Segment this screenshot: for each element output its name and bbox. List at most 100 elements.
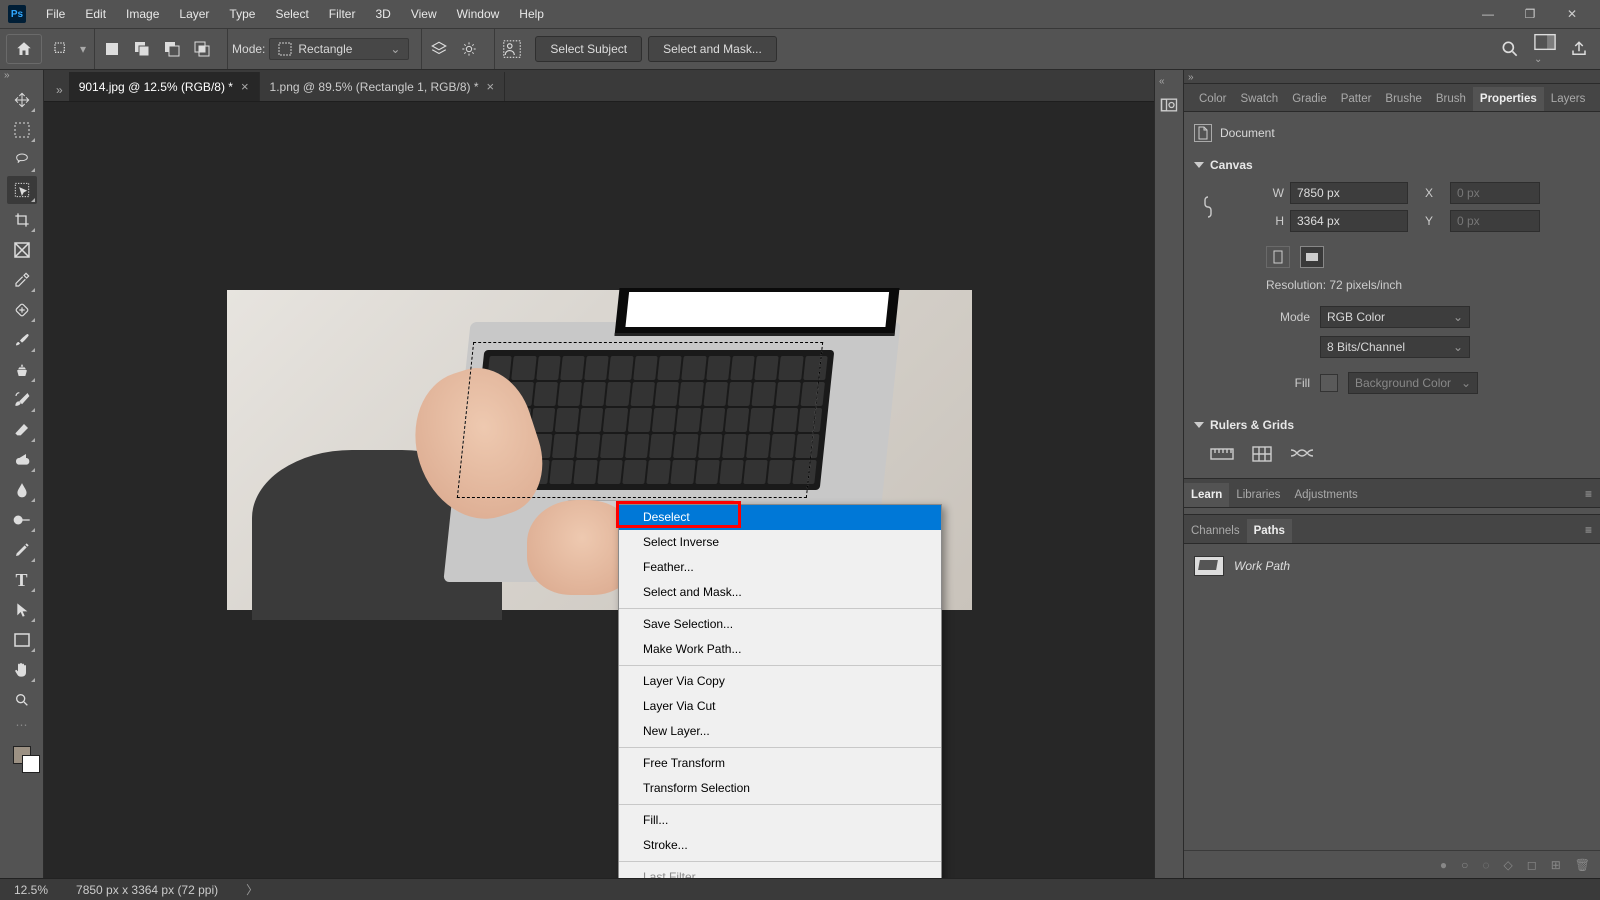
type-tool[interactable]: T [7,566,37,594]
pen-tool[interactable] [7,536,37,564]
fill-select[interactable]: Background Color⌄ [1348,372,1478,394]
eraser-tool[interactable] [7,416,37,444]
panel-tab-layers[interactable]: Layers [1544,87,1593,111]
search-icon[interactable] [1500,39,1520,59]
history-panel-icon[interactable] [1159,95,1179,115]
status-more-icon[interactable]: 〉 [246,881,258,898]
link-dimensions-icon[interactable] [1202,194,1230,220]
expand-panels-icon[interactable]: « [1155,76,1165,87]
workspace-switcher-icon[interactable]: ⌄ [1534,33,1556,65]
close-tab-icon[interactable]: × [487,79,495,94]
crop-tool[interactable] [7,206,37,234]
window-maximize-button[interactable]: ❐ [1510,3,1550,25]
select-subject-icon[interactable] [499,36,525,62]
panel-tab-properties[interactable]: Properties [1473,87,1544,111]
collapse-panels-icon[interactable]: » [1184,70,1600,84]
rulers-grids-section-toggle[interactable]: Rulers & Grids [1194,412,1590,438]
guides-icon[interactable] [1290,446,1314,462]
expand-tools-icon[interactable]: » [0,70,43,84]
menu-filter[interactable]: Filter [319,0,366,28]
panel-menu-icon[interactable]: ≡ [1577,517,1600,543]
context-menu-item[interactable]: Save Selection... [619,612,941,637]
subtract-selection-icon[interactable] [159,36,185,62]
panel-tab-color[interactable]: Color [1192,87,1233,111]
panel-tab-swatch[interactable]: Swatch [1233,87,1285,111]
add-selection-icon[interactable] [129,36,155,62]
window-close-button[interactable]: ✕ [1552,3,1592,25]
color-mode-select[interactable]: RGB Color⌄ [1320,306,1470,328]
new-selection-icon[interactable] [99,36,125,62]
expand-docs-icon[interactable]: » [50,83,69,101]
frame-tool[interactable] [7,236,37,264]
canvas-section-toggle[interactable]: Canvas [1194,152,1590,178]
document-tab[interactable]: 1.png @ 89.5% (Rectangle 1, RGB/8) *× [260,72,506,101]
context-menu-item[interactable]: Make Work Path... [619,637,941,662]
context-menu-item[interactable]: Layer Via Copy [619,669,941,694]
menu-edit[interactable]: Edit [75,0,116,28]
context-menu-item[interactable]: Fill... [619,808,941,833]
clone-stamp-tool[interactable] [7,356,37,384]
zoom-tool[interactable] [7,686,37,714]
zoom-level[interactable]: 12.5% [14,883,48,897]
healing-brush-tool[interactable] [7,296,37,324]
bit-depth-select[interactable]: 8 Bits/Channel⌄ [1320,336,1470,358]
dodge-tool[interactable] [7,506,37,534]
menu-window[interactable]: Window [447,0,510,28]
context-menu-item[interactable]: Select and Mask... [619,580,941,605]
stroke-path-icon[interactable]: ○ [1461,858,1468,872]
document-tab[interactable]: 9014.jpg @ 12.5% (RGB/8) *× [69,72,260,101]
menu-view[interactable]: View [401,0,447,28]
hand-tool[interactable] [7,656,37,684]
make-work-path-icon[interactable]: ◇ [1504,858,1513,872]
panel-tab-paths[interactable]: Paths [1247,519,1292,543]
path-selection-tool[interactable] [7,596,37,624]
panel-tab-channels[interactable]: Channels [1184,519,1247,543]
close-tab-icon[interactable]: × [241,79,249,94]
menu-type[interactable]: Type [219,0,265,28]
history-brush-tool[interactable] [7,386,37,414]
select-and-mask-button[interactable]: Select and Mask... [648,36,777,62]
load-path-selection-icon[interactable]: ◌ [1482,858,1489,872]
gradient-tool[interactable] [7,446,37,474]
orientation-landscape-icon[interactable] [1300,246,1324,268]
rectangle-tool[interactable] [7,626,37,654]
share-icon[interactable] [1570,40,1588,58]
eyedropper-tool[interactable] [7,266,37,294]
brush-tool[interactable] [7,326,37,354]
delete-path-icon[interactable]: 🗑 [1575,858,1590,872]
menu-file[interactable]: File [36,0,75,28]
lasso-tool[interactable] [7,146,37,174]
width-input[interactable]: 7850 px [1290,182,1408,204]
panel-menu-icon[interactable]: ≡ [1577,481,1600,507]
context-menu-item[interactable]: Layer Via Cut [619,694,941,719]
background-color-swatch[interactable] [22,755,40,773]
canvas[interactable]: DeselectSelect InverseFeather...Select a… [44,102,1154,878]
menu-select[interactable]: Select [265,0,318,28]
select-subject-button[interactable]: Select Subject [535,36,642,62]
orientation-portrait-icon[interactable] [1266,246,1290,268]
tool-preset-picker[interactable] [48,36,74,62]
add-mask-icon[interactable]: ◻ [1527,858,1537,872]
menu-layer[interactable]: Layer [169,0,219,28]
panel-tab-libraries[interactable]: Libraries [1229,483,1287,507]
rulers-icon[interactable] [1210,446,1234,462]
menu-image[interactable]: Image [116,0,169,28]
panel-tab-brushe[interactable]: Brushe [1378,87,1428,111]
height-input[interactable]: 3364 px [1290,210,1408,232]
enhance-edge-icon[interactable] [456,36,482,62]
intersect-selection-icon[interactable] [189,36,215,62]
fill-swatch[interactable] [1320,374,1338,392]
panel-tab-adjustments[interactable]: Adjustments [1287,483,1364,507]
panel-tab-brush[interactable]: Brush [1429,87,1473,111]
panel-tab-learn[interactable]: Learn [1184,483,1229,507]
marquee-tool[interactable] [7,116,37,144]
panel-tab-patter[interactable]: Patter [1334,87,1379,111]
y-input[interactable]: 0 px [1450,210,1540,232]
context-menu-item[interactable]: Free Transform [619,751,941,776]
context-menu-item[interactable]: Transform Selection [619,776,941,801]
fill-path-icon[interactable]: ● [1440,858,1447,872]
mode-dropdown[interactable]: Rectangle ⌄ [269,38,409,60]
grid-icon[interactable] [1252,446,1272,462]
move-tool[interactable] [7,86,37,114]
path-item[interactable]: Work Path [1192,552,1592,580]
